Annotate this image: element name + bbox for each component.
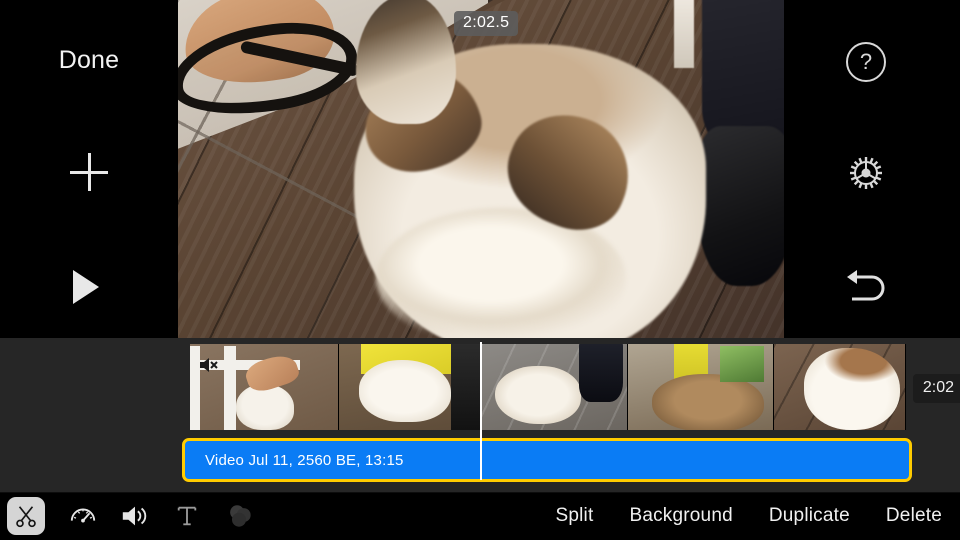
bottom-toolbar: Split Background Duplicate Delete — [0, 492, 960, 540]
video-preview[interactable]: 2:02.5 — [178, 0, 784, 338]
split-button[interactable]: Split — [555, 505, 593, 527]
preview-dog-head — [356, 0, 456, 124]
play-icon[interactable] — [73, 270, 99, 304]
timeline-end-timecode: 2:02 — [912, 374, 960, 403]
background-button[interactable]: Background — [629, 505, 732, 527]
tool-icon-group — [0, 492, 265, 540]
filters-tool-button[interactable] — [213, 492, 265, 540]
list-item[interactable] — [627, 344, 773, 430]
selected-clip[interactable]: Video Jul 11, 2560 BE, 13:15 — [182, 438, 912, 482]
overlapping-circles-icon — [230, 505, 251, 527]
thumbnail-subject — [495, 366, 581, 424]
filmstrip[interactable] — [190, 344, 906, 430]
thumbnail-subject — [652, 374, 764, 430]
speed-tool-button[interactable] — [57, 492, 109, 540]
preview-flipflop-strap — [239, 40, 360, 77]
preview-timecode-badge: 2:02.5 — [454, 11, 519, 36]
timeline-panel[interactable]: Video Jul 11, 2560 BE, 13:15 2:02 — [0, 338, 960, 492]
muted-speaker-icon — [200, 358, 218, 372]
undo-arrow-icon[interactable] — [842, 267, 890, 307]
list-item[interactable] — [480, 344, 627, 430]
scissors-icon — [16, 506, 36, 528]
left-control-rail: Done — [0, 0, 178, 338]
thumbnail-subject — [359, 360, 451, 422]
list-item[interactable] — [338, 344, 480, 430]
preview-boot — [698, 126, 784, 286]
thumbnail-subject — [236, 384, 294, 430]
gear-icon[interactable] — [846, 153, 886, 193]
clip-action-group: Split Background Duplicate Delete — [555, 492, 942, 540]
clip-title: Video Jul 11, 2560 BE, 13:15 — [205, 452, 404, 469]
speaker-volume-icon — [122, 506, 147, 526]
delete-button[interactable]: Delete — [886, 505, 942, 527]
scissors-tool-button[interactable] — [7, 497, 45, 535]
preview-chair-leg — [674, 0, 694, 68]
help-circle-icon[interactable]: ? — [846, 42, 886, 82]
title-tool-button[interactable] — [161, 492, 213, 540]
right-control-rail: ? — [784, 0, 960, 338]
thumbnail-subject — [804, 348, 900, 430]
done-button[interactable]: Done — [0, 46, 178, 75]
speedometer-icon — [70, 508, 96, 523]
playhead[interactable] — [480, 342, 482, 480]
imovie-editor-screen: Done 2:02.5 ? Video Jul 11, 2560 BE, 13:… — [0, 0, 960, 540]
add-media-icon[interactable] — [70, 153, 108, 191]
duplicate-button[interactable]: Duplicate — [769, 505, 850, 527]
list-item[interactable] — [773, 344, 905, 430]
list-item[interactable] — [190, 344, 338, 430]
text-t-icon — [177, 506, 197, 526]
preview-trousers — [702, 0, 784, 146]
volume-tool-button[interactable] — [109, 492, 161, 540]
